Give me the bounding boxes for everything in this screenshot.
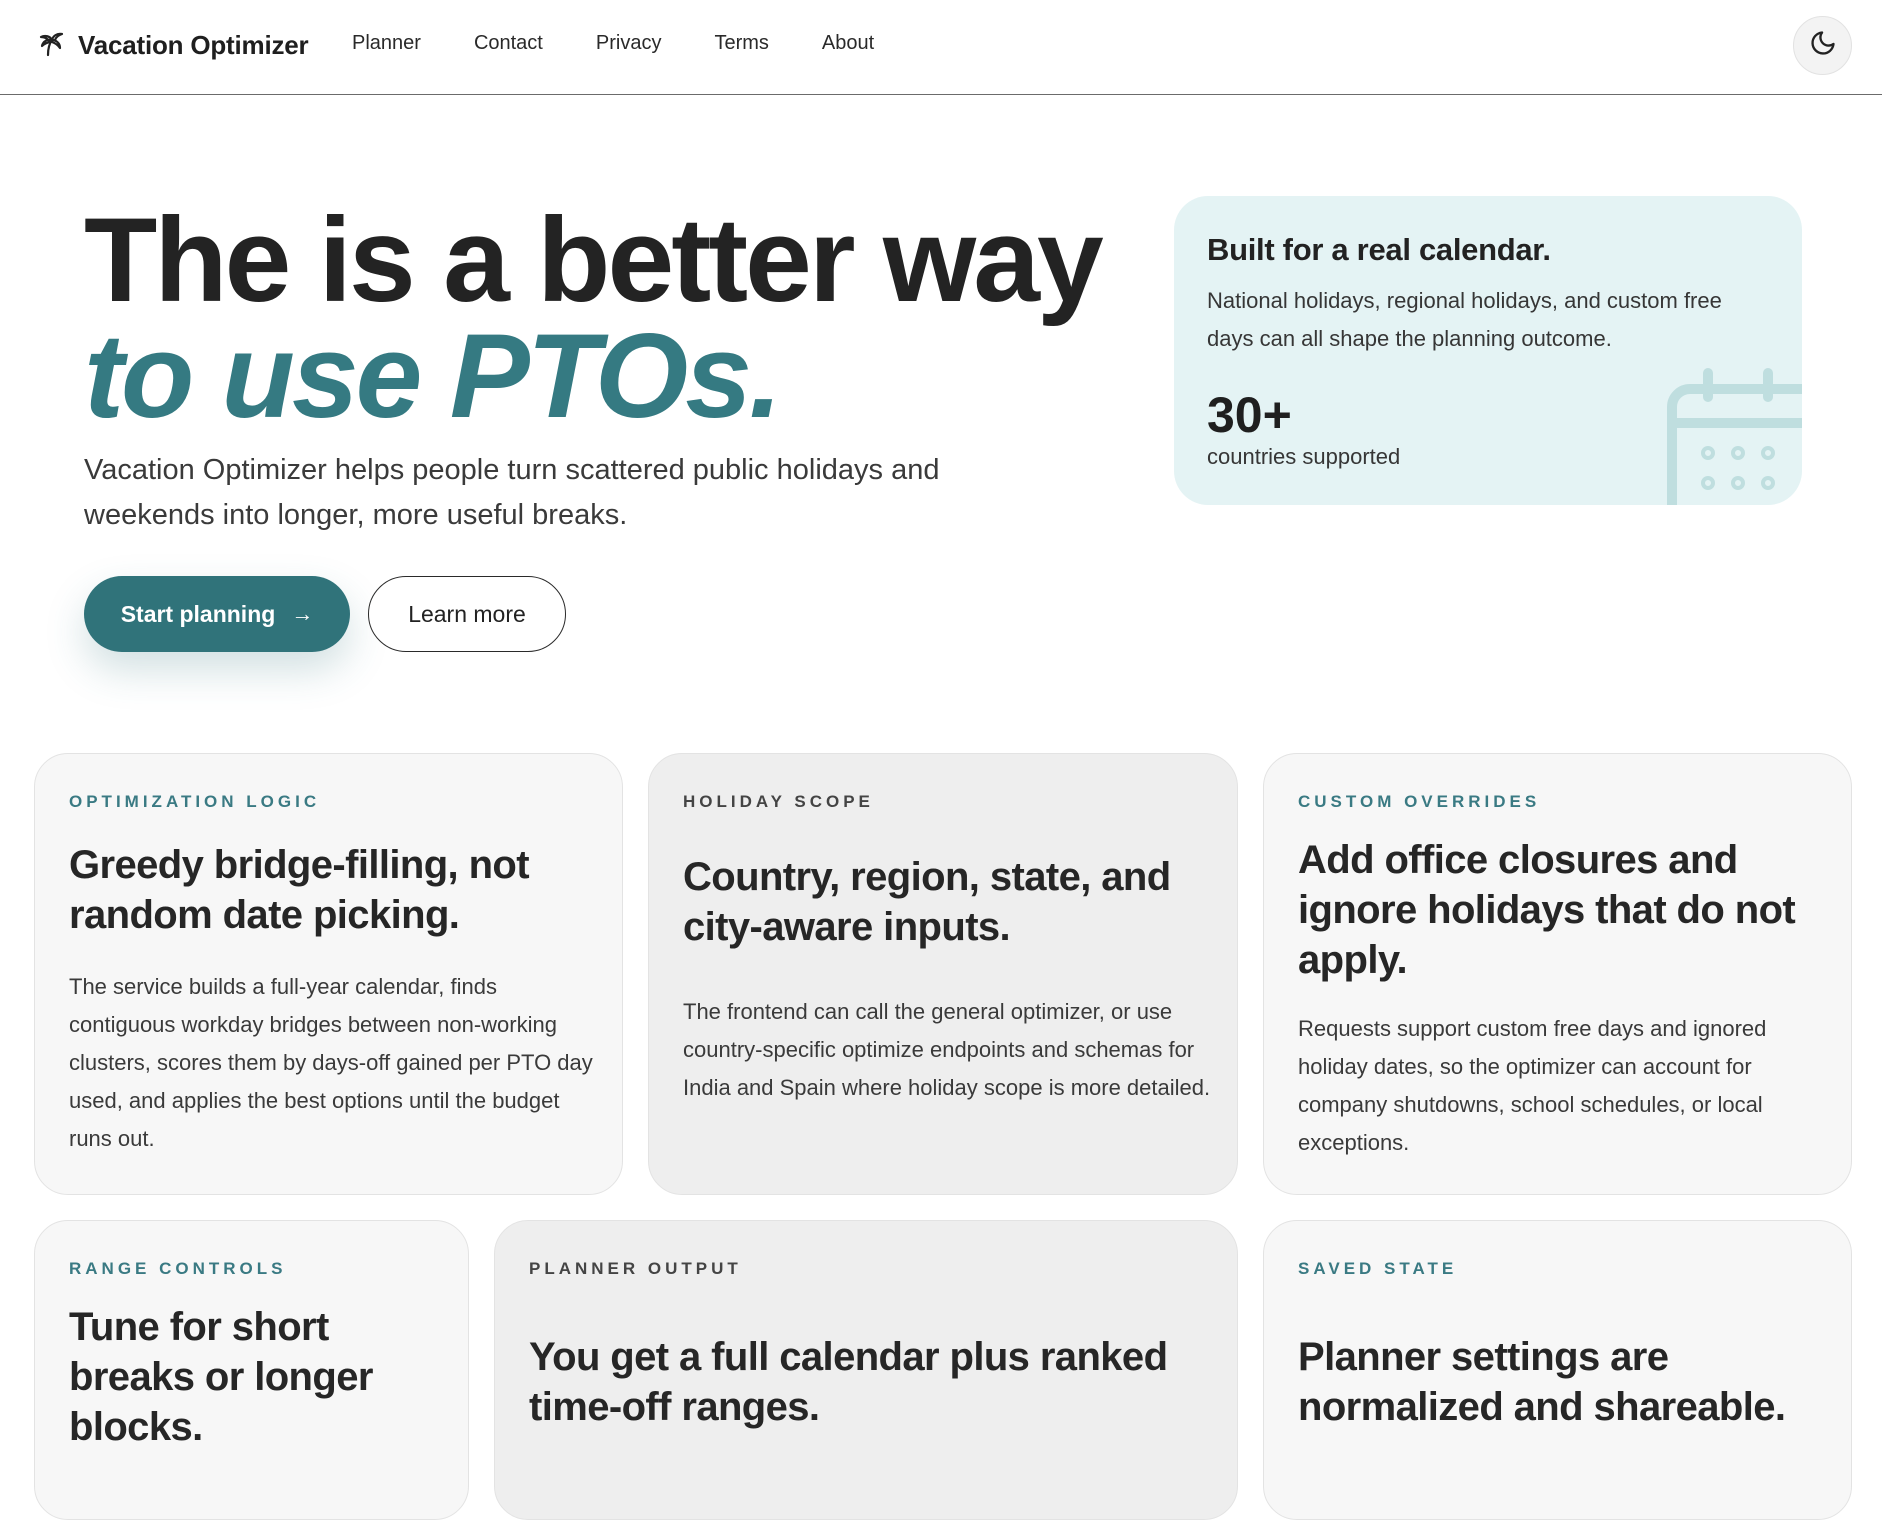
card-eyebrow: OPTIMIZATION LOGIC (69, 792, 321, 811)
feature-card-planner-output: PLANNER OUTPUT You get a full calendar p… (494, 1220, 1238, 1520)
card-title: Planner settings are normalized and shar… (1298, 1335, 1786, 1429)
feature-card-saved-state: SAVED STATE Planner settings are normali… (1263, 1220, 1852, 1520)
feature-card-description: National holidays, regional holidays, an… (1207, 288, 1722, 351)
nav-link-planner[interactable]: Planner (352, 32, 421, 55)
arrow-right-icon: → (291, 601, 314, 626)
hero-heading: The is a better way to use PTOs. (84, 200, 1134, 436)
moon-icon (1809, 29, 1837, 62)
top-navbar: Vacation Optimizer Planner Contact Priva… (0, 0, 1882, 95)
card-body: Requests support custom free days and ig… (1298, 1016, 1767, 1155)
countries-stat-value: 30+ (1207, 387, 1292, 443)
hero-heading-line2: to use PTOs. (84, 309, 782, 443)
hero-subtitle: Vacation Optimizer helps people turn sca… (84, 454, 940, 531)
card-body: The service builds a full-year calendar,… (69, 974, 593, 1151)
nav-link-privacy[interactable]: Privacy (596, 32, 662, 55)
nav-link-about[interactable]: About (822, 32, 874, 55)
nav-link-contact[interactable]: Contact (474, 32, 543, 55)
theme-toggle-button[interactable] (1793, 16, 1852, 75)
feature-card-range-controls: RANGE CONTROLS Tune for short breaks or … (34, 1220, 469, 1520)
card-title: Greedy bridge-filling, not random date p… (69, 843, 530, 937)
learn-more-button[interactable]: Learn more (368, 576, 566, 652)
brand[interactable]: Vacation Optimizer (34, 27, 309, 64)
main-nav: Planner Contact Privacy Terms About (352, 32, 927, 55)
feature-card-holiday-scope: HOLIDAY SCOPE Country, region, state, an… (648, 753, 1238, 1195)
card-title: Country, region, state, and city-aware i… (683, 855, 1171, 949)
card-title: Tune for short breaks or longer blocks. (69, 1305, 373, 1449)
brand-name: Vacation Optimizer (78, 30, 309, 60)
nav-link-terms[interactable]: Terms (714, 32, 768, 55)
calendar-icon (1662, 361, 1802, 505)
feature-card-custom-overrides: CUSTOM OVERRIDES Add office closures and… (1263, 753, 1852, 1195)
feature-card-optimization: OPTIMIZATION LOGIC Greedy bridge-filling… (34, 753, 623, 1195)
countries-stat-label: countries supported (1207, 444, 1401, 469)
card-eyebrow: RANGE CONTROLS (69, 1259, 287, 1278)
start-planning-button[interactable]: Start planning → (84, 576, 350, 652)
learn-more-label: Learn more (408, 600, 526, 627)
card-title: Add office closures and ignore holidays … (1298, 838, 1796, 982)
calendar-feature-card: Built for a real calendar. National holi… (1174, 196, 1802, 505)
card-eyebrow: CUSTOM OVERRIDES (1298, 792, 1541, 811)
card-title: You get a full calendar plus ranked time… (529, 1335, 1168, 1429)
card-eyebrow: SAVED STATE (1298, 1259, 1458, 1278)
feature-card-title: Built for a real calendar. (1207, 232, 1551, 267)
card-body: The frontend can call the general optimi… (683, 999, 1211, 1100)
palm-tree-icon (34, 27, 66, 64)
card-eyebrow: PLANNER OUTPUT (529, 1259, 742, 1278)
hero-heading-line1: The is a better way (84, 193, 1104, 327)
start-planning-label: Start planning (120, 600, 276, 627)
card-eyebrow: HOLIDAY SCOPE (683, 792, 874, 811)
